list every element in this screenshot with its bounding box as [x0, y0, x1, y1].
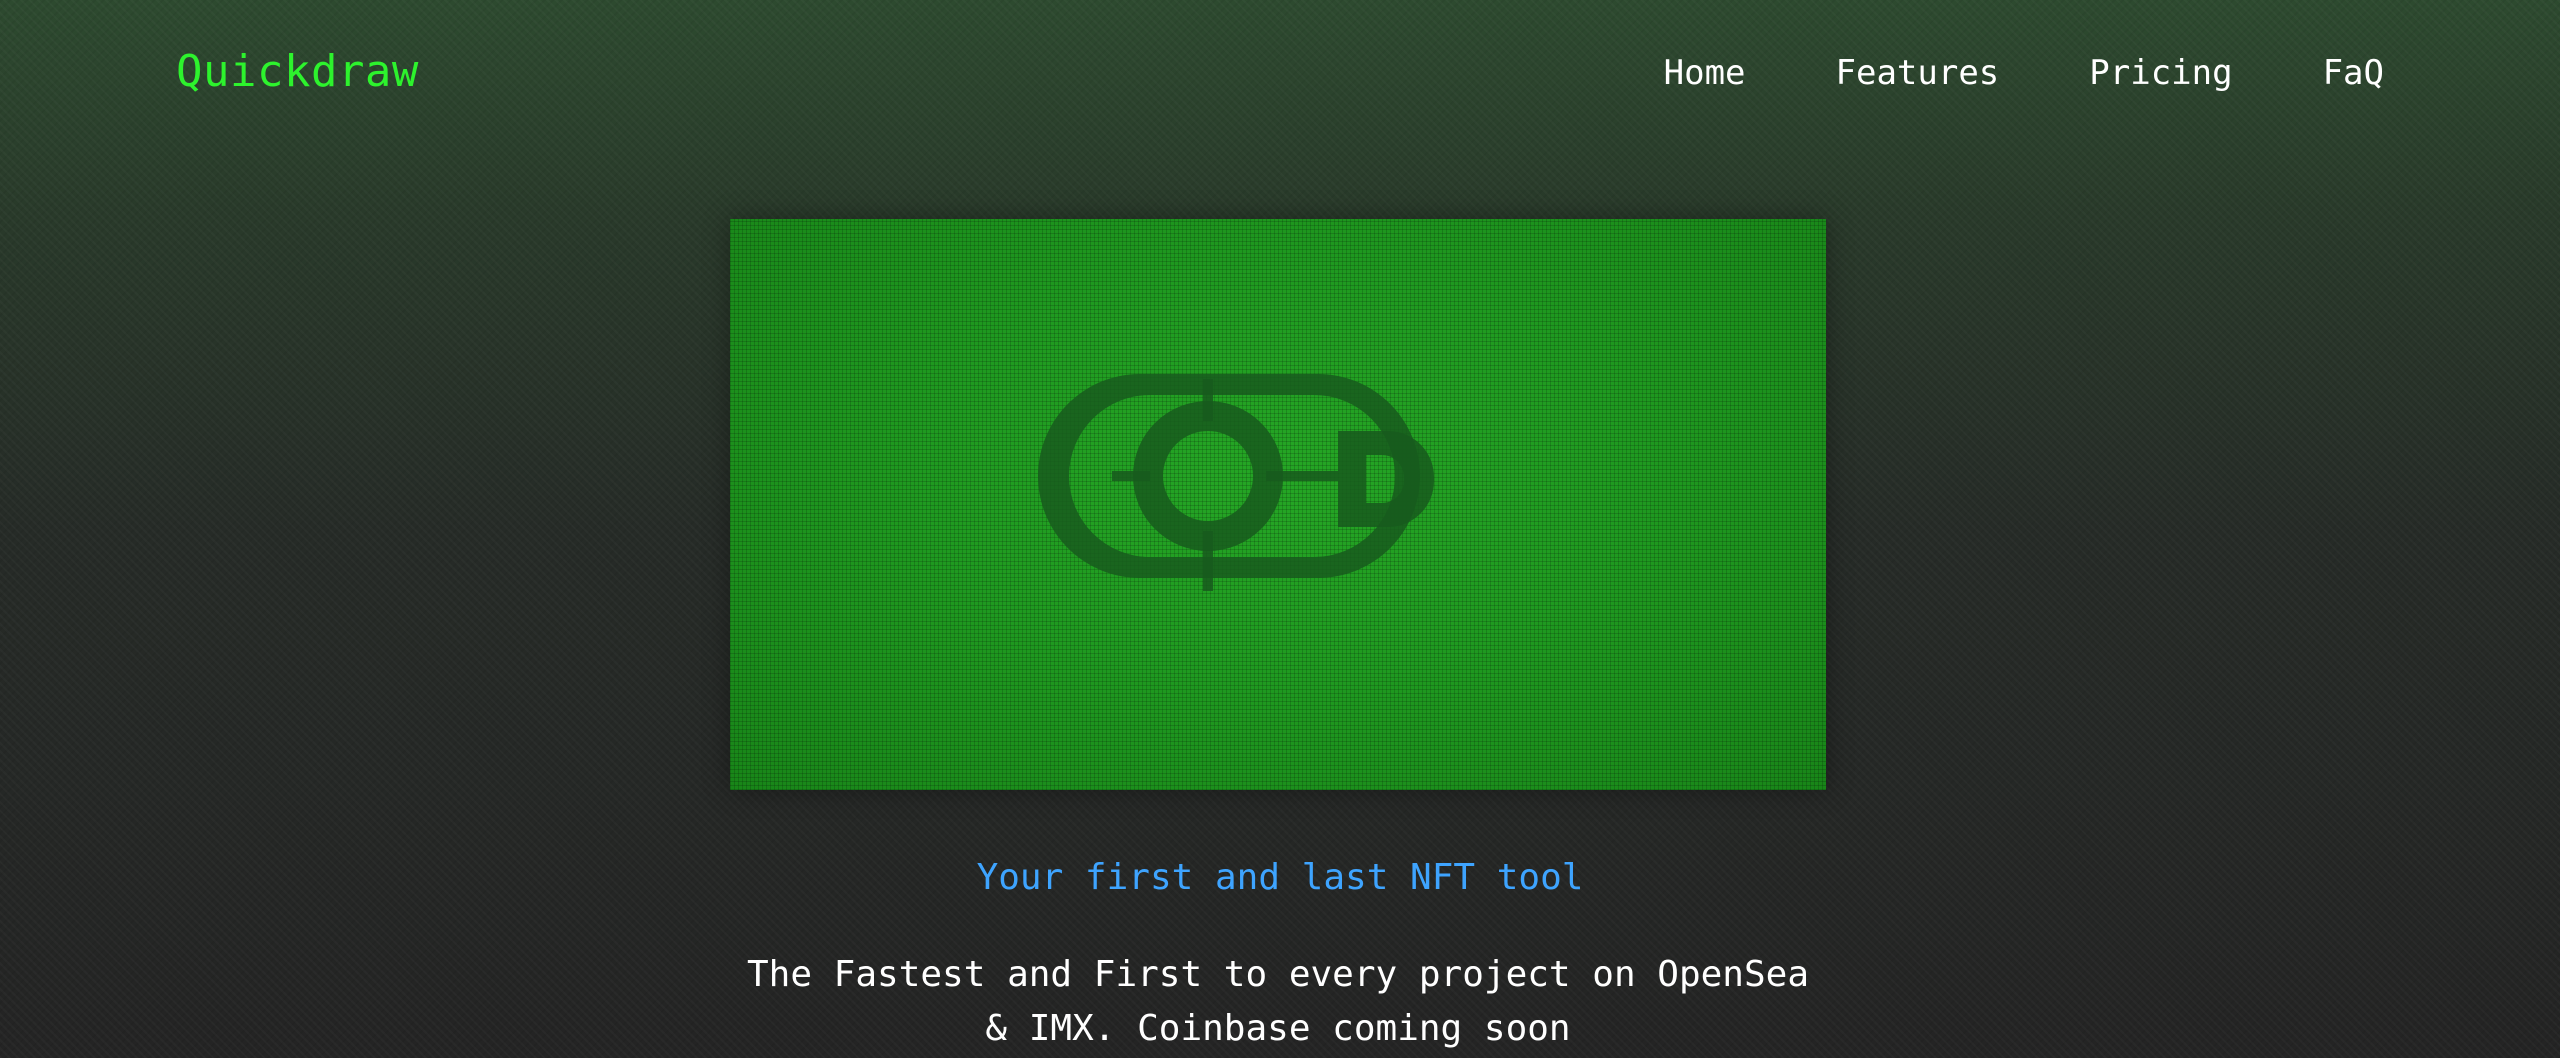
- landing-page: Quickdraw Home Features Pricing FaQ Your…: [0, 0, 2560, 1058]
- nav-link-features[interactable]: Features: [1836, 48, 2000, 98]
- hero-description-line-1: The Fastest and First to every project o…: [746, 954, 1810, 995]
- hero-description-line-2: & IMX. Coinbase coming soon: [985, 1008, 1571, 1049]
- nav-link-pricing[interactable]: Pricing: [2089, 48, 2232, 98]
- nav-link-home[interactable]: Home: [1664, 48, 1746, 98]
- qd-logo-icon: [1038, 374, 1434, 591]
- nav-menu: Home Features Pricing FaQ: [1664, 48, 2384, 98]
- hero-tagline: Your first and last NFT tool: [976, 857, 1584, 898]
- brand-logo-link[interactable]: Quickdraw: [176, 42, 419, 102]
- hero-description: The Fastest and First to every project o…: [730, 948, 1826, 1056]
- top-navbar: Quickdraw Home Features Pricing FaQ: [0, 0, 2560, 150]
- hero-banner: [730, 219, 1826, 790]
- nav-link-faq[interactable]: FaQ: [2323, 48, 2384, 98]
